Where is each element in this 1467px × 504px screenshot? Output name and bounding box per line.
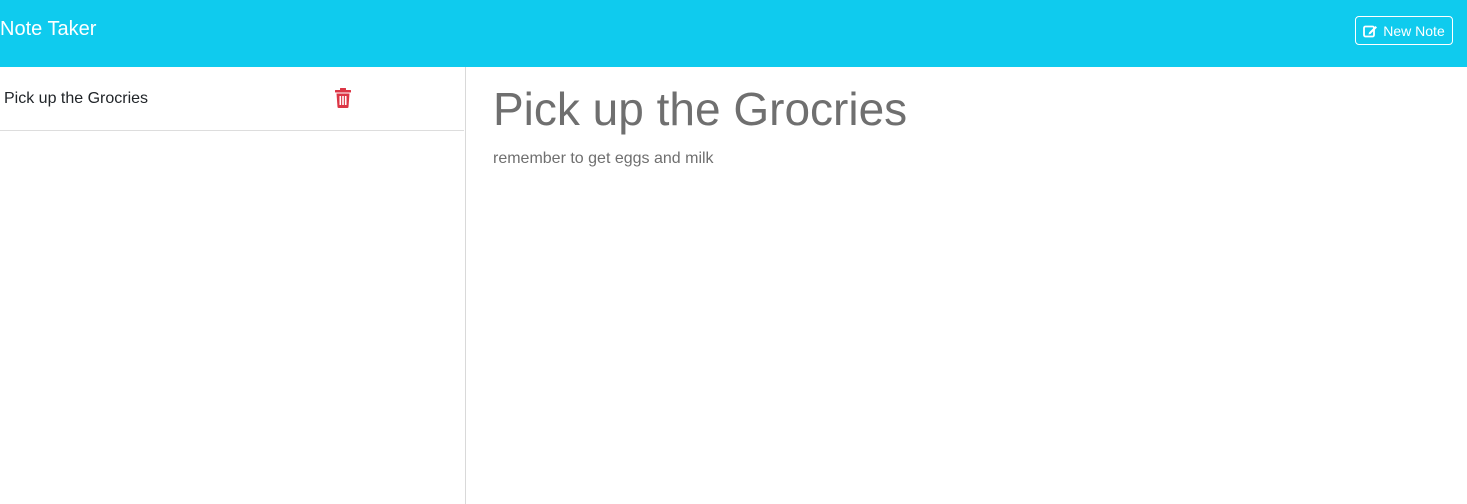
new-note-button[interactable]: New Note [1355, 16, 1453, 45]
list-item-title: Pick up the Grocries [4, 90, 149, 107]
note-text-area[interactable]: remember to get eggs and milk [493, 149, 714, 169]
note-title-input[interactable]: Pick up the Grocries [493, 81, 907, 137]
list-item[interactable]: Pick up the Grocries [0, 67, 464, 131]
app-brand[interactable]: Note Taker [0, 17, 96, 41]
notes-sidebar: Pick up the Grocries [0, 67, 466, 504]
new-note-label: New Note [1383, 22, 1445, 39]
navbar: Note Taker New Note [0, 0, 1467, 67]
edit-icon [1363, 24, 1378, 38]
trash-icon[interactable] [334, 88, 352, 108]
note-editor: Pick up the Grocries remember to get egg… [467, 67, 1467, 504]
